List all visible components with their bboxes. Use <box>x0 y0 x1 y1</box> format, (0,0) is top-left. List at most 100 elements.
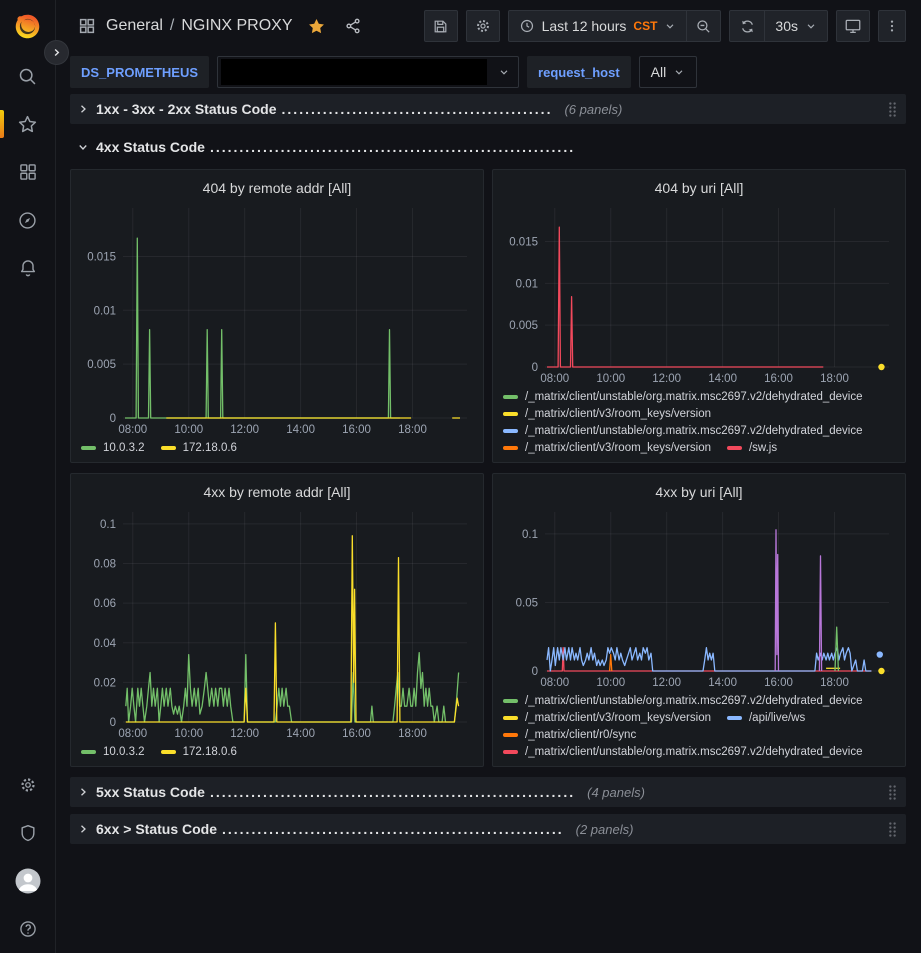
legend-swatch <box>503 395 518 399</box>
shield-icon <box>18 823 38 843</box>
timeseries-chart[interactable]: 08:0010:0012:0014:0016:0018:0000.0050.01… <box>81 200 473 438</box>
sidebar-expand-button[interactable] <box>44 40 69 65</box>
breadcrumb-dashboard-title[interactable]: NGINX PROXY <box>181 17 292 35</box>
panel-grid: 404 by remote addr [All] 08:0010:0012:00… <box>70 169 906 767</box>
timeseries-chart[interactable]: 08:0010:0012:0014:0016:0018:0000.020.040… <box>81 504 473 742</box>
row-5xx[interactable]: 5xx Status Code ........................… <box>70 777 906 807</box>
timeseries-chart[interactable]: 08:0010:0012:0014:0016:0018:0000.0050.01… <box>503 200 895 387</box>
svg-text:0.1: 0.1 <box>100 519 116 531</box>
svg-text:08:00: 08:00 <box>118 728 147 740</box>
legend-swatch <box>81 446 96 450</box>
datasource-variable-select[interactable] <box>217 56 519 88</box>
share-icon[interactable] <box>344 17 362 35</box>
legend-item[interactable]: /_matrix/client/v3/room_keys/version <box>503 408 711 420</box>
panel-legend: 10.0.3.2 172.18.0.6 <box>81 746 473 758</box>
request-host-variable-select[interactable]: All <box>639 56 698 88</box>
legend-item[interactable]: 10.0.3.2 <box>81 442 145 454</box>
zoom-out-time-button[interactable] <box>686 11 720 41</box>
row-title: 4xx Status Code <box>96 139 205 155</box>
panel-title[interactable]: 4xx by uri [All] <box>503 480 895 504</box>
svg-text:12:00: 12:00 <box>652 677 681 689</box>
refresh-button[interactable] <box>730 11 764 41</box>
legend-label: /_matrix/client/v3/room_keys/version <box>525 442 711 454</box>
drag-handle-icon[interactable] <box>887 821 898 838</box>
row-title: 5xx Status Code <box>96 784 205 800</box>
legend-item[interactable]: /sw.js <box>727 442 777 454</box>
sidebar-item-profile[interactable] <box>0 857 55 905</box>
legend-item[interactable]: 10.0.3.2 <box>81 746 145 758</box>
clock-icon <box>519 18 535 34</box>
panel-legend: /_matrix/client/unstable/org.matrix.msc2… <box>503 695 895 758</box>
legend-item[interactable]: /api/live/ws <box>727 712 805 724</box>
svg-text:12:00: 12:00 <box>652 373 681 385</box>
panel-4xx-by-uri: 4xx by uri [All] 08:0010:0012:0014:0016:… <box>492 473 906 767</box>
svg-text:18:00: 18:00 <box>398 424 427 436</box>
dashboard-settings-button[interactable] <box>466 10 500 42</box>
dashboard-content: 1xx - 3xx - 2xx Status Code ............… <box>56 92 921 844</box>
svg-text:0.06: 0.06 <box>94 598 116 610</box>
legend-item[interactable]: /_matrix/client/unstable/org.matrix.msc2… <box>503 695 863 707</box>
chevron-right-icon <box>77 786 89 798</box>
row-4xx[interactable]: 4xx Status Code ........................… <box>70 133 906 161</box>
panel-404-by-remote-addr: 404 by remote addr [All] 08:0010:0012:00… <box>70 169 484 463</box>
legend-item[interactable]: 172.18.0.6 <box>161 442 237 454</box>
sidebar-item-help[interactable] <box>0 905 55 953</box>
row-1xx-3xx-2xx[interactable]: 1xx - 3xx - 2xx Status Code ............… <box>70 94 906 124</box>
svg-text:0.015: 0.015 <box>509 236 538 248</box>
time-range-picker[interactable]: Last 12 hours CST <box>509 11 687 41</box>
svg-text:10:00: 10:00 <box>596 677 625 689</box>
svg-text:10:00: 10:00 <box>174 728 203 740</box>
svg-text:0.04: 0.04 <box>94 638 117 650</box>
svg-text:0.08: 0.08 <box>94 559 116 571</box>
legend-item[interactable]: /_matrix/client/v3/room_keys/version <box>503 442 711 454</box>
svg-text:18:00: 18:00 <box>820 373 849 385</box>
sidebar-item-explore[interactable] <box>0 196 55 244</box>
svg-text:16:00: 16:00 <box>764 677 793 689</box>
legend-item[interactable]: /_matrix/client/unstable/org.matrix.msc2… <box>503 391 863 403</box>
legend-item[interactable]: /_matrix/client/v3/room_keys/version <box>503 712 711 724</box>
svg-text:18:00: 18:00 <box>820 677 849 689</box>
legend-swatch <box>503 412 518 416</box>
svg-text:0: 0 <box>110 717 116 729</box>
panel-title[interactable]: 404 by uri [All] <box>503 176 895 200</box>
row-6xx[interactable]: 6xx > Status Code ......................… <box>70 814 906 844</box>
panel-title[interactable]: 4xx by remote addr [All] <box>81 480 473 504</box>
legend-label: /_matrix/client/unstable/org.matrix.msc2… <box>525 391 863 403</box>
row-panel-count: (2 panels) <box>576 822 634 837</box>
sidebar-item-server-admin[interactable] <box>0 809 55 857</box>
sidebar-item-alerting[interactable] <box>0 244 55 292</box>
svg-text:14:00: 14:00 <box>286 728 315 740</box>
refresh-interval-dropdown[interactable]: 30s <box>764 11 827 41</box>
favorite-star-icon[interactable] <box>307 17 326 36</box>
svg-text:14:00: 14:00 <box>708 373 737 385</box>
drag-handle-icon[interactable] <box>887 784 898 801</box>
sidebar-item-dashboards[interactable] <box>0 148 55 196</box>
chevron-down-icon <box>77 141 89 153</box>
kiosk-mode-button[interactable] <box>836 10 870 42</box>
sidebar-item-starred[interactable] <box>0 100 55 148</box>
zoom-out-icon <box>695 18 712 35</box>
row-title-dots: ........................................… <box>210 784 575 800</box>
legend-label: /api/live/ws <box>749 712 805 724</box>
gear-icon <box>18 775 38 795</box>
more-options-button[interactable] <box>878 10 906 42</box>
legend-label: /_matrix/client/r0/sync <box>525 729 636 741</box>
breadcrumb-folder[interactable]: General <box>106 17 163 35</box>
svg-text:0.005: 0.005 <box>87 359 116 371</box>
panel-title[interactable]: 404 by remote addr [All] <box>81 176 473 200</box>
drag-handle-icon[interactable] <box>887 101 898 118</box>
kebab-menu-icon <box>884 18 900 34</box>
timeseries-chart[interactable]: 08:0010:0012:0014:0016:0018:0000.050.1 <box>503 504 895 691</box>
legend-item[interactable]: /_matrix/client/unstable/org.matrix.msc2… <box>503 425 863 437</box>
panel-legend: 10.0.3.2 172.18.0.6 <box>81 442 473 454</box>
legend-item[interactable]: /_matrix/client/unstable/org.matrix.msc2… <box>503 746 863 758</box>
request-host-variable-label[interactable]: request_host <box>527 56 631 88</box>
svg-text:14:00: 14:00 <box>286 424 315 436</box>
save-dashboard-button[interactable] <box>424 10 458 42</box>
sidebar-bottom-nav <box>0 761 55 953</box>
legend-item[interactable]: 172.18.0.6 <box>161 746 237 758</box>
datasource-variable-label[interactable]: DS_PROMETHEUS <box>70 56 209 88</box>
legend-item[interactable]: /_matrix/client/r0/sync <box>503 729 636 741</box>
save-floppy-icon <box>432 18 449 35</box>
sidebar-item-configuration[interactable] <box>0 761 55 809</box>
